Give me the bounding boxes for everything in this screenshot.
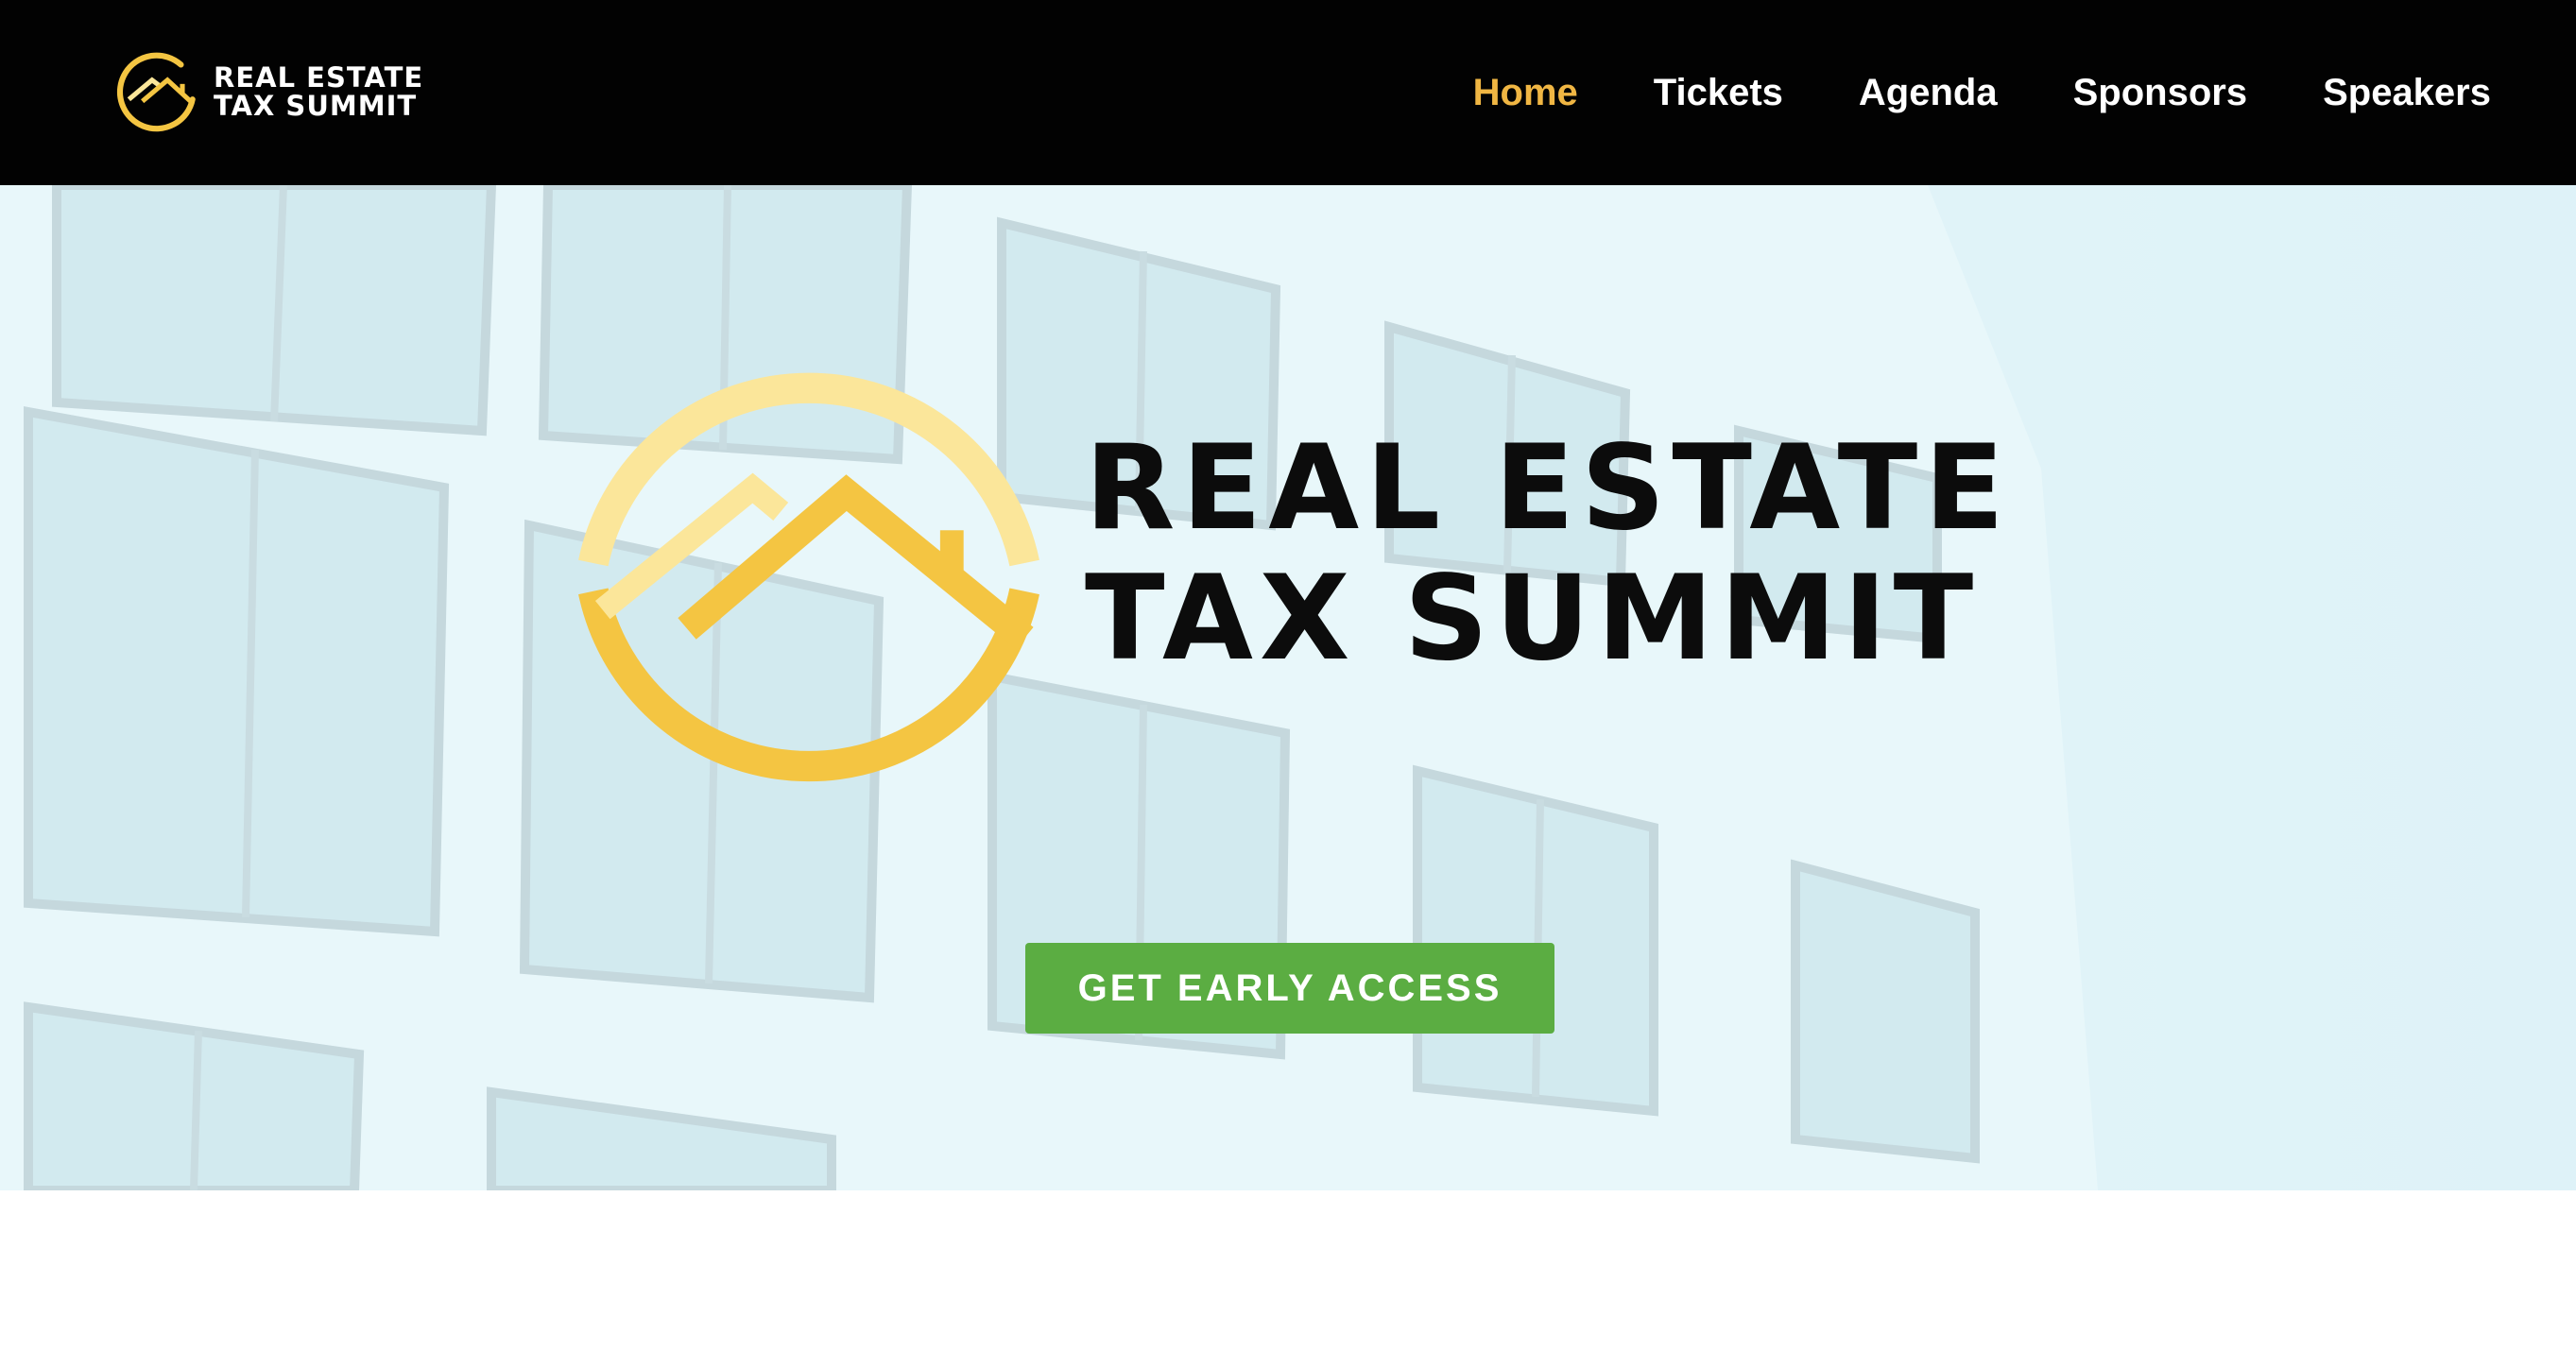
content-area — [0, 1190, 2576, 1351]
header-logo-text: REAL ESTATE TAX SUMMIT — [214, 63, 423, 120]
hero-title-line1: REAL ESTATE — [1085, 420, 2011, 556]
header-logo-line2: TAX SUMMIT — [214, 90, 418, 122]
header-logo-line1: REAL ESTATE — [214, 61, 424, 94]
nav-item-home[interactable]: Home — [1473, 72, 1578, 114]
nav-item-speakers[interactable]: Speakers — [2323, 72, 2491, 114]
hero-logo: REAL ESTATE TAX SUMMIT — [575, 329, 2004, 801]
hero-title-line2: TAX SUMMIT — [1085, 551, 1981, 687]
get-early-access-button[interactable]: GET EARLY ACCESS — [1025, 943, 1554, 1034]
header-logo[interactable]: REAL ESTATE TAX SUMMIT — [110, 43, 422, 140]
house-circle-logo-icon — [578, 372, 1039, 782]
nav-item-sponsors[interactable]: Sponsors — [2073, 72, 2247, 114]
house-circle-logo-icon — [116, 52, 196, 132]
main-nav: Home Tickets Agenda Sponsors Speakers — [1398, 0, 2491, 185]
nav-item-tickets[interactable]: Tickets — [1654, 72, 1783, 114]
hero-section: REAL ESTATE TAX SUMMIT GET EARLY ACCESS — [0, 185, 2576, 1190]
site-header: REAL ESTATE TAX SUMMIT Home Tickets Agen… — [0, 0, 2576, 185]
nav-item-agenda[interactable]: Agenda — [1859, 72, 1998, 114]
hero-title: REAL ESTATE TAX SUMMIT — [1085, 423, 2011, 684]
